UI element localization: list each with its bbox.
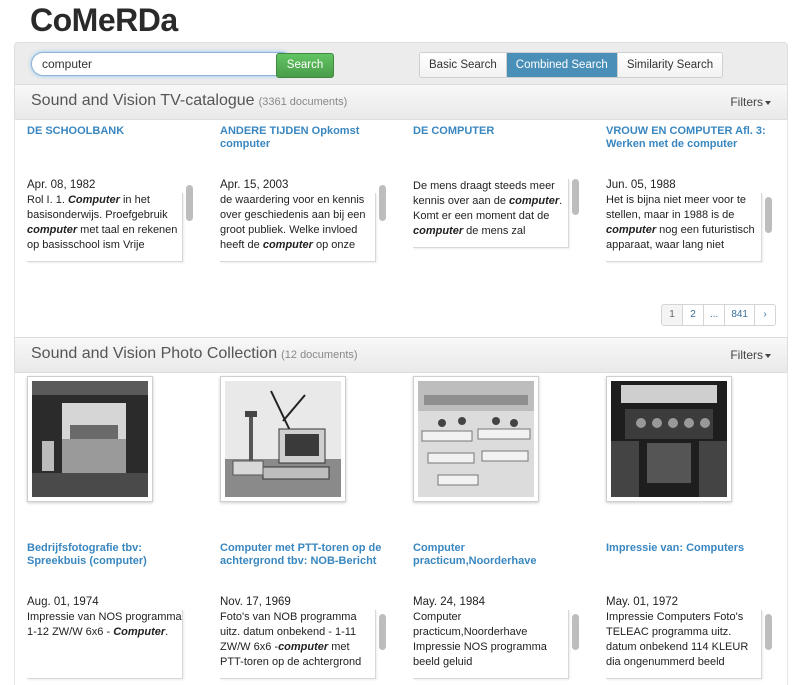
result-snippet: De mens draagt steeds meer kennis over a… bbox=[413, 179, 569, 248]
tv-section-header: Sound and Vision TV-catalogue (3361 docum… bbox=[14, 84, 788, 120]
page-1-button[interactable]: 1 bbox=[661, 305, 682, 325]
caret-down-icon bbox=[765, 100, 771, 105]
next-page-button[interactable]: › bbox=[754, 305, 775, 325]
scroll-thumb[interactable] bbox=[572, 614, 579, 650]
basic-search-button[interactable]: Basic Search bbox=[420, 53, 506, 77]
photo-section-header: Sound and Vision Photo Collection (12 doc… bbox=[14, 337, 788, 373]
page-last-button[interactable]: 841 bbox=[724, 305, 754, 325]
scroll-thumb[interactable] bbox=[572, 179, 579, 215]
result-title-link[interactable]: DE COMPUTER bbox=[413, 125, 578, 138]
result-date: Apr. 15, 2003 bbox=[220, 179, 289, 191]
tv-result-card: VROUW EN COMPUTER Afl. 3: Werken met de … bbox=[606, 125, 772, 262]
result-snippet: Rol I. 1. Computer in het basisonderwijs… bbox=[27, 193, 183, 262]
tv-filters-button[interactable]: Filters bbox=[724, 91, 777, 113]
result-snippet: Het is bijna niet meer voor te stellen, … bbox=[606, 193, 762, 262]
photo-classroom-image bbox=[418, 381, 534, 497]
photo-thumbnail[interactable] bbox=[606, 376, 732, 502]
photo-thumbnail[interactable] bbox=[27, 376, 153, 502]
result-date: Aug. 01, 1974 bbox=[27, 596, 99, 608]
tv-result-card: DE COMPUTER De mens draagt steeds meer k… bbox=[413, 125, 579, 248]
photo-thumbnail[interactable] bbox=[220, 376, 346, 502]
combined-search-button[interactable]: Combined Search bbox=[505, 53, 617, 77]
photo-result-card: Computer practicum,Noorderhave May. 24, … bbox=[413, 542, 579, 679]
result-title-link[interactable]: VROUW EN COMPUTER Afl. 3: Werken met de … bbox=[606, 125, 771, 151]
result-title-link[interactable]: Computer practicum,Noorderhave bbox=[413, 542, 578, 568]
snippet-scrollbar[interactable] bbox=[379, 614, 386, 684]
photo-cockpit-image bbox=[611, 381, 727, 497]
photo-result-card: Impressie van: Computers May. 01, 1972 I… bbox=[606, 542, 772, 679]
result-date: May. 24, 1984 bbox=[413, 596, 486, 608]
result-title-link[interactable]: Impressie van: Computers bbox=[606, 542, 771, 555]
photo-result-card: Computer met PTT-toren op de achtergrond… bbox=[220, 542, 386, 679]
result-date: May. 01, 1972 bbox=[606, 596, 679, 608]
app-title: CoMeRDa bbox=[30, 2, 178, 38]
photo-section-title: Sound and Vision Photo Collection (12 doc… bbox=[31, 345, 358, 363]
snippet-scrollbar[interactable] bbox=[379, 181, 386, 261]
search-button[interactable]: Search bbox=[276, 53, 334, 78]
result-snippet: de waardering voor en kennis over geschi… bbox=[220, 193, 376, 262]
caret-down-icon bbox=[765, 353, 771, 358]
scroll-thumb[interactable] bbox=[379, 614, 386, 650]
result-snippet: Impressie Computers Foto's TELEAC progra… bbox=[606, 610, 762, 679]
tv-section-title: Sound and Vision TV-catalogue (3361 docum… bbox=[31, 92, 347, 110]
photo-doorway-image bbox=[32, 381, 148, 497]
tv-result-card: DE SCHOOLBANK Apr. 08, 1982 Rol I. 1. Co… bbox=[27, 125, 193, 262]
result-snippet: Impressie van NOS programma 1-12 ZW/W 6x… bbox=[27, 610, 183, 679]
scroll-thumb[interactable] bbox=[186, 185, 193, 221]
result-date: Jun. 05, 1988 bbox=[606, 179, 676, 191]
search-bar: Search Basic Search Combined Search Simi… bbox=[14, 42, 788, 86]
photo-section-count: (12 documents) bbox=[281, 349, 358, 361]
snippet-scrollbar[interactable] bbox=[572, 614, 579, 684]
photo-filters-button[interactable]: Filters bbox=[724, 344, 777, 366]
result-title-link[interactable]: Computer met PTT-toren op de achtergrond… bbox=[220, 542, 385, 568]
similarity-search-button[interactable]: Similarity Search bbox=[616, 53, 723, 77]
page-2-button[interactable]: 2 bbox=[681, 305, 703, 325]
photo-section-title-text: Sound and Vision Photo Collection bbox=[31, 345, 278, 362]
photo-results: Bedrijfsfotografie tbv: Spreekbuis (comp… bbox=[14, 372, 788, 685]
snippet-scrollbar[interactable] bbox=[765, 197, 772, 267]
snippet-scrollbar[interactable] bbox=[765, 614, 772, 684]
result-title-link[interactable]: DE SCHOOLBANK bbox=[27, 125, 192, 138]
photo-result-card: Bedrijfsfotografie tbv: Spreekbuis (comp… bbox=[27, 542, 192, 679]
snippet-scrollbar[interactable] bbox=[186, 181, 193, 261]
tv-section-count: (3361 documents) bbox=[258, 96, 348, 108]
result-title-link[interactable]: Bedrijfsfotografie tbv: Spreekbuis (comp… bbox=[27, 542, 192, 568]
result-title-link[interactable]: ANDERE TIJDEN Opkomst computer bbox=[220, 125, 385, 151]
search-input[interactable] bbox=[31, 52, 293, 76]
search-mode-group: Basic Search Combined Search Similarity … bbox=[419, 52, 724, 78]
scroll-thumb[interactable] bbox=[379, 185, 386, 221]
photo-thumbnail[interactable] bbox=[413, 376, 539, 502]
photo-computer-tower-image bbox=[225, 381, 341, 497]
result-date: Apr. 08, 1982 bbox=[27, 179, 96, 191]
tv-filters-label: Filters bbox=[730, 95, 763, 109]
result-snippet: Computer practicum,Noorderhave Impressie… bbox=[413, 610, 569, 679]
snippet-scrollbar[interactable] bbox=[572, 179, 579, 249]
scroll-thumb[interactable] bbox=[765, 197, 772, 233]
tv-result-card: ANDERE TIJDEN Opkomst computer Apr. 15, … bbox=[220, 125, 386, 262]
tv-section-title-text: Sound and Vision TV-catalogue bbox=[31, 92, 255, 109]
result-date: Nov. 17, 1969 bbox=[220, 596, 291, 608]
photo-filters-label: Filters bbox=[730, 348, 763, 362]
tv-pagination: 1 2 ... 841 › bbox=[660, 304, 776, 326]
result-snippet: Foto's van NOB programma uitz. datum onb… bbox=[220, 610, 376, 679]
scroll-thumb[interactable] bbox=[765, 614, 772, 650]
page-ellipsis: ... bbox=[702, 305, 725, 325]
